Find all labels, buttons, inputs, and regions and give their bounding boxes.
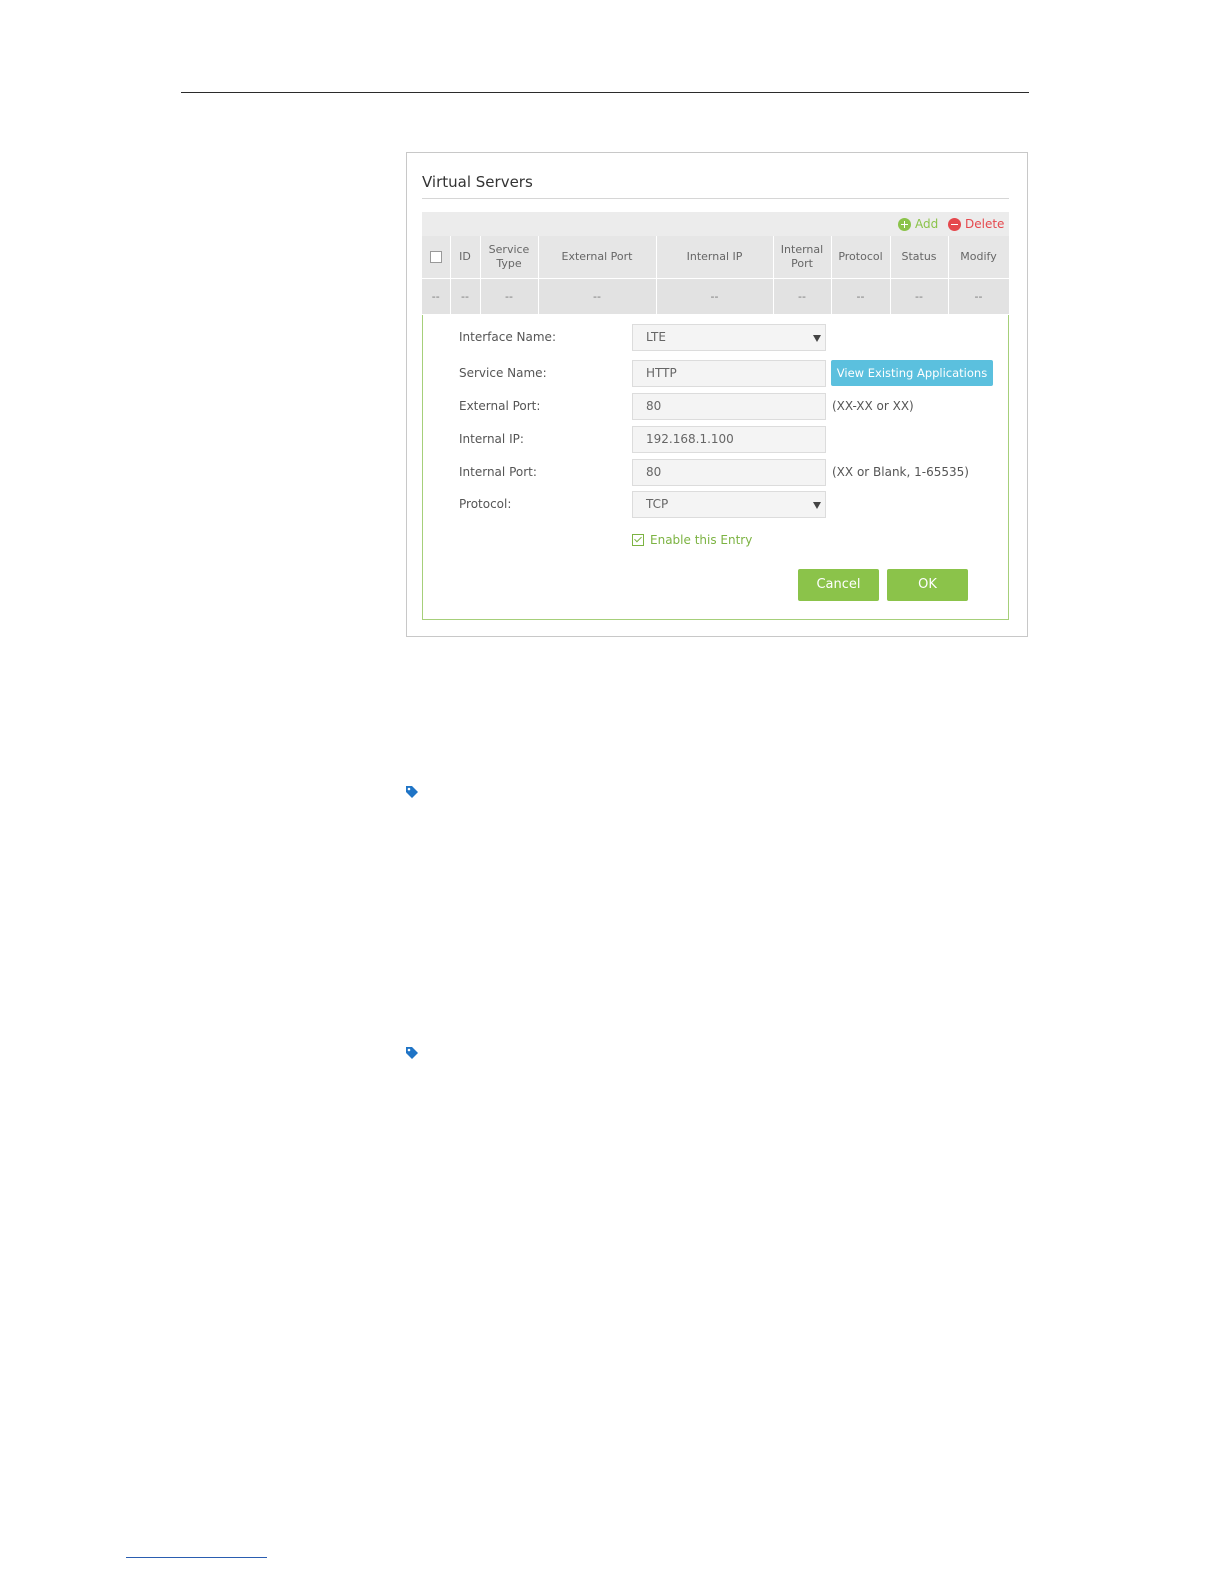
- external-port-input[interactable]: 80: [632, 393, 826, 420]
- service-name-label: Service Name:: [459, 366, 547, 380]
- cancel-button[interactable]: Cancel: [798, 569, 879, 601]
- select-all-checkbox[interactable]: [429, 251, 442, 263]
- internal-port-input[interactable]: 80: [632, 459, 826, 486]
- interface-name-select[interactable]: LTE: [632, 324, 826, 351]
- internal-port-value: 80: [646, 465, 662, 479]
- virtual-servers-figure: Virtual Servers Add Delete ID Service Ty…: [406, 152, 1028, 637]
- protocol-value: TCP: [646, 497, 669, 511]
- select-all-header: [422, 236, 451, 279]
- view-existing-applications-button[interactable]: View Existing Applications: [831, 360, 993, 386]
- table-cell: --: [831, 278, 891, 314]
- external-port-hint: (XX-XX or XX): [832, 399, 914, 413]
- footer-link-underline: [126, 1557, 267, 1558]
- delete-button[interactable]: Delete: [948, 214, 1004, 234]
- table-row: -- -- -- -- -- -- -- -- --: [422, 278, 1010, 314]
- ok-button[interactable]: OK: [887, 569, 968, 601]
- service-name-input[interactable]: HTTP: [632, 360, 826, 387]
- internal-port-hint: (XX or Blank, 1-65535): [832, 465, 969, 479]
- column-header: ID: [450, 236, 481, 279]
- service-name-value: HTTP: [646, 366, 677, 380]
- delete-icon: [948, 217, 961, 231]
- column-header: Internal IP: [656, 236, 774, 279]
- add-icon: [898, 217, 911, 231]
- column-header: Protocol: [831, 236, 891, 279]
- table-cell: --: [480, 278, 539, 314]
- table-cell: --: [656, 278, 774, 314]
- table-toolbar: Add Delete: [422, 212, 1009, 236]
- add-label: Add: [915, 217, 939, 231]
- table-cell: --: [890, 278, 949, 314]
- column-header: Modify: [948, 236, 1010, 279]
- checkmark-icon: [632, 534, 644, 546]
- interface-name-label: Interface Name:: [459, 330, 556, 344]
- column-header: Internal Port: [773, 236, 832, 279]
- header-rule: [181, 92, 1029, 93]
- enable-entry-checkbox[interactable]: Enable this Entry: [632, 533, 752, 547]
- delete-label: Delete: [965, 217, 1005, 231]
- protocol-label: Protocol:: [459, 497, 512, 511]
- tag-icon: [406, 786, 418, 798]
- table-cell: --: [422, 278, 451, 314]
- external-port-value: 80: [646, 399, 662, 413]
- add-button[interactable]: Add: [898, 214, 938, 234]
- virtual-servers-table: ID Service Type External Port Internal I…: [422, 236, 1010, 314]
- internal-ip-label: Internal IP:: [459, 432, 524, 446]
- interface-name-value: LTE: [646, 330, 666, 344]
- internal-ip-input[interactable]: 192.168.1.100: [632, 426, 826, 453]
- internal-ip-value: 192.168.1.100: [646, 432, 734, 446]
- column-header: Service Type: [480, 236, 539, 279]
- protocol-select[interactable]: TCP: [632, 491, 826, 518]
- column-header: Status: [890, 236, 949, 279]
- table-cell: --: [773, 278, 832, 314]
- figure-title: Virtual Servers: [422, 173, 533, 191]
- title-divider: [422, 198, 1009, 199]
- table-cell: --: [948, 278, 1010, 314]
- external-port-label: External Port:: [459, 399, 541, 413]
- tag-icon: [406, 1047, 418, 1059]
- edit-entry-panel: Interface Name: LTE Service Name: HTTP V…: [422, 315, 1009, 620]
- table-header-row: ID Service Type External Port Internal I…: [422, 236, 1010, 279]
- enable-entry-label: Enable this Entry: [650, 533, 753, 547]
- table-cell: --: [450, 278, 481, 314]
- internal-port-label: Internal Port:: [459, 465, 537, 479]
- table-cell: --: [538, 278, 657, 314]
- column-header: External Port: [538, 236, 657, 279]
